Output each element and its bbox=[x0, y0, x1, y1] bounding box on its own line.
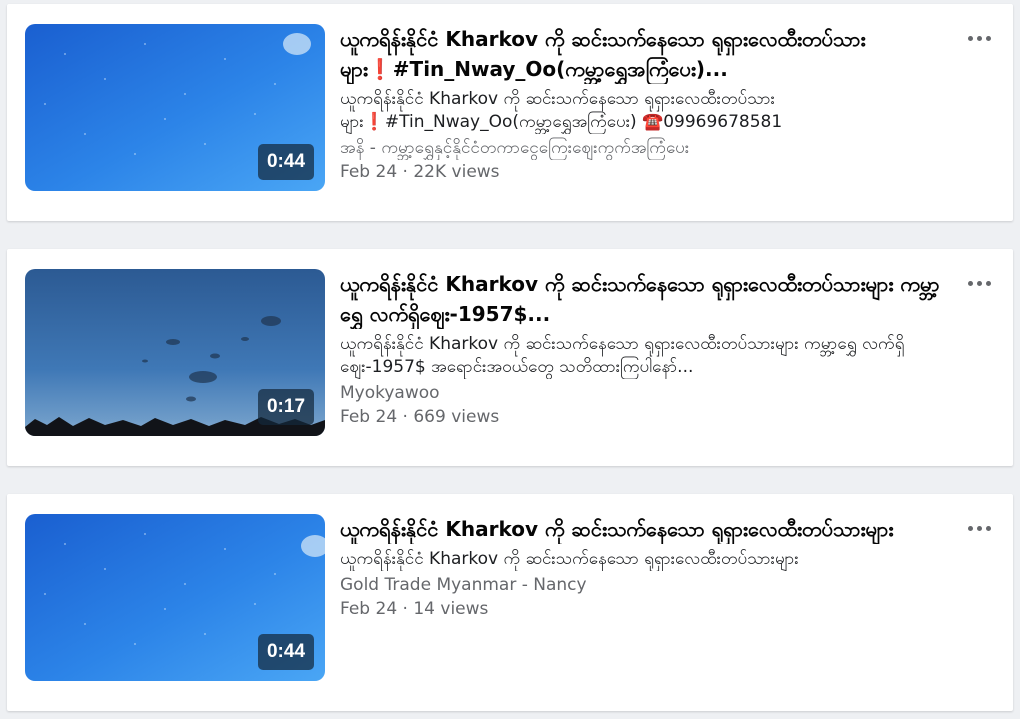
video-thumbnail[interactable]: 0:17 bbox=[25, 269, 325, 436]
description-text: ယူကရိန်းနိုင်ငံ Kharkov ကို ဆင်းသက်နေသော… bbox=[340, 334, 905, 377]
video-info: ယူကရိန်းနိုင်ငံ Kharkov ကို ဆင်းသက်နေသော… bbox=[340, 24, 940, 184]
video-title[interactable]: ယူကရိန်းနိုင်ငံ Kharkov ကို ဆင်းသက်နေသော… bbox=[340, 269, 940, 329]
more-dot bbox=[976, 525, 982, 531]
title-text: ယူကရိန်းနိုင်ငံ Kharkov ကို ဆင်းသက်နေသော… bbox=[340, 272, 940, 326]
description-text: ယူကရိန်းနိုင်ငံ Kharkov ကို ဆင်းသက်နေသော… bbox=[340, 549, 799, 569]
video-description: ယူကရိန်းနိုင်ငံ Kharkov ကို ဆင်းသက်နေသော… bbox=[340, 333, 940, 379]
video-meta: Feb 24 · 22K views bbox=[340, 162, 500, 182]
more-dot bbox=[976, 280, 982, 286]
more-options-button[interactable] bbox=[963, 271, 995, 295]
exclamation-icon: ❗ bbox=[363, 112, 385, 132]
more-dot bbox=[985, 35, 991, 41]
channel-name[interactable]: Gold Trade Myanmar - Nancy bbox=[340, 573, 940, 597]
more-dot bbox=[976, 35, 982, 41]
video-thumbnail[interactable]: 0:44 bbox=[25, 514, 325, 681]
video-title[interactable]: ယူကရိန်းနိုင်ငံ Kharkov ကို ဆင်းသက်နေသော… bbox=[340, 514, 940, 544]
channel-name[interactable]: အနိ - ကမ္ဘာ့ရွှေနှင့်နိုင်ငံတကာငွေကြေးဈေ… bbox=[340, 136, 940, 160]
more-dot bbox=[985, 280, 991, 286]
more-horizontal-icon bbox=[967, 35, 973, 41]
exclamation-icon: ❗ bbox=[367, 57, 393, 81]
description-hashtag: #Tin_Nway_Oo(ကမ္ဘာ့ရွှေအကြံပေး) ☎️099696… bbox=[384, 112, 783, 132]
more-horizontal-icon bbox=[967, 280, 973, 286]
video-duration: 0:44 bbox=[258, 144, 314, 180]
video-card: 0:44 ယူကရိန်းနိုင်ငံ Kharkov ကို ဆင်းသက်… bbox=[7, 4, 1013, 221]
video-thumbnail[interactable]: 0:44 bbox=[25, 24, 325, 191]
more-horizontal-icon bbox=[967, 525, 973, 531]
video-info: ယူကရိန်းနိုင်ငံ Kharkov ကို ဆင်းသက်နေသော… bbox=[340, 514, 940, 621]
title-text: ယူကရိန်းနိုင်ငံ Kharkov ကို ဆင်းသက်နေသော… bbox=[340, 517, 894, 541]
video-meta: Feb 24 · 14 views bbox=[340, 599, 489, 619]
video-description: ယူကရိန်းနိုင်ငံ Kharkov ကို ဆင်းသက်နေသော… bbox=[340, 548, 940, 571]
video-description: ယူကရိန်းနိုင်ငံ Kharkov ကို ဆင်းသက်နေသော… bbox=[340, 88, 940, 134]
more-options-button[interactable] bbox=[963, 26, 995, 50]
video-info: ယူကရိန်းနိုင်ငံ Kharkov ကို ဆင်းသက်နေသော… bbox=[340, 269, 940, 429]
video-meta: Feb 24 · 669 views bbox=[340, 407, 500, 427]
video-duration: 0:44 bbox=[258, 634, 314, 670]
video-duration: 0:17 bbox=[258, 389, 314, 425]
more-options-button[interactable] bbox=[963, 516, 995, 540]
more-dot bbox=[985, 525, 991, 531]
video-card: 0:44 ယူကရိန်းနိုင်ငံ Kharkov ကို ဆင်းသက်… bbox=[7, 494, 1013, 711]
title-hashtag: #Tin_Nway_Oo(ကမ္ဘာ့ရွှေအကြံပေး)... bbox=[392, 57, 728, 81]
video-title[interactable]: ယူကရိန်းနိုင်ငံ Kharkov ကို ဆင်းသက်နေသော… bbox=[340, 24, 940, 84]
channel-name[interactable]: Myokyawoo bbox=[340, 381, 940, 405]
video-feed: 0:44 ယူကရိန်းနိုင်ငံ Kharkov ကို ဆင်းသက်… bbox=[0, 0, 1020, 719]
video-card: 0:17 ယူကရိန်းနိုင်ငံ Kharkov ကို ဆင်းသက်… bbox=[7, 249, 1013, 466]
